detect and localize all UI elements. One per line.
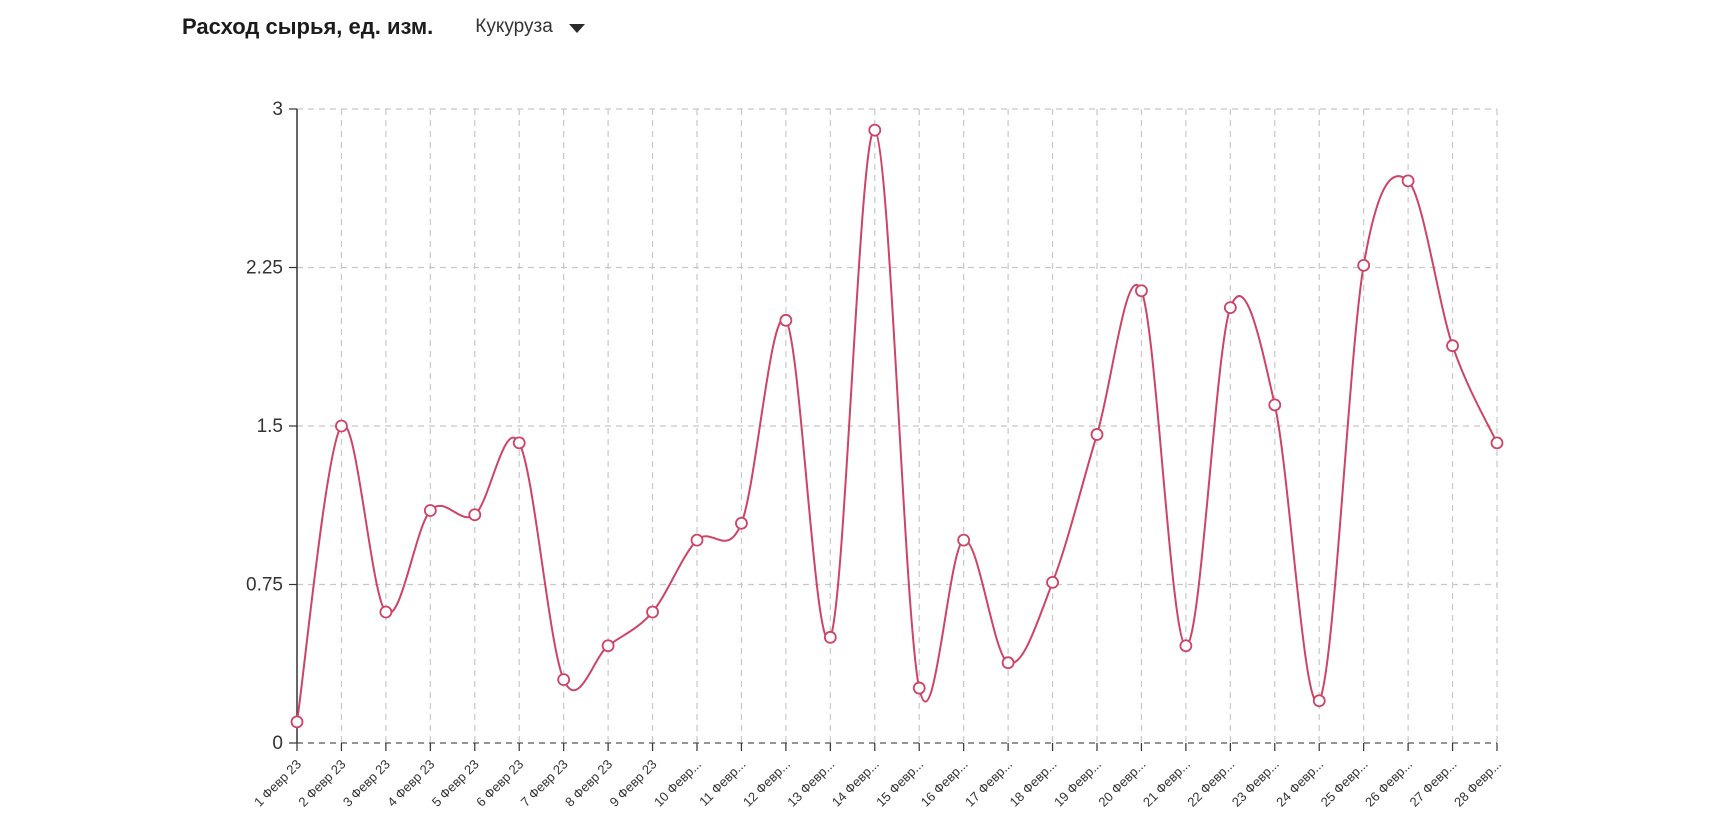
y-tick-label: 1.5	[257, 416, 283, 437]
data-point-15[interactable]	[912, 681, 926, 695]
x-tick-label: 2 Февр 23	[295, 757, 348, 810]
data-point-10[interactable]	[690, 533, 704, 547]
x-tick-label: 12 Февр...	[740, 757, 793, 810]
y-tick-label: 0.75	[246, 575, 283, 596]
x-tick-label: 7 Февр 23	[518, 757, 571, 810]
data-point-16[interactable]	[957, 533, 971, 547]
data-point-12[interactable]	[779, 313, 793, 327]
data-point-19[interactable]	[1090, 428, 1104, 441]
y-tick-label: 2.25	[246, 258, 283, 279]
x-tick-label: 16 Февр...	[918, 757, 971, 810]
axes	[289, 108, 1498, 751]
x-tick-label: 24 Февр...	[1273, 757, 1326, 810]
data-point-6[interactable]	[512, 436, 526, 450]
data-point-18[interactable]	[1046, 575, 1059, 589]
data-point-17[interactable]	[1001, 656, 1015, 670]
x-tick-label: 23 Февр...	[1229, 757, 1282, 810]
grid	[297, 108, 1498, 744]
data-point-7[interactable]	[557, 673, 571, 686]
x-tick-label: 9 Февр 23	[607, 757, 660, 810]
x-tick-label: 14 Февр...	[829, 757, 882, 810]
x-tick-label: 5 Февр 23	[429, 757, 482, 810]
x-tick-label: 22 Февр...	[1184, 757, 1237, 810]
data-point-2[interactable]	[335, 419, 348, 433]
data-point-22[interactable]	[1223, 301, 1237, 315]
data-point-1[interactable]	[290, 715, 304, 729]
data-point-13[interactable]	[823, 630, 837, 644]
data-point-5[interactable]	[468, 508, 482, 522]
chart-page: Расход сырья, ед. изм. Кукуруза 0 0.75 1.5…	[0, 0, 1736, 840]
x-tick-label: 18 Февр...	[1007, 757, 1060, 810]
x-tick-label: 3 Февр 23	[340, 757, 393, 810]
x-tick-label: 8 Февр 23	[562, 757, 615, 810]
x-tick-label: 28 Февр...	[1451, 757, 1504, 810]
x-tick-label: 10 Февр...	[651, 757, 704, 810]
data-point-8[interactable]	[601, 639, 615, 653]
line-chart: 0 0.75 1.5 2.25 3 1 Февр 232 Февр 233 Февр 23…	[246, 99, 1504, 810]
data-point-11[interactable]	[735, 516, 748, 530]
y-tick-label: 0	[272, 733, 283, 754]
data-point-20[interactable]	[1135, 284, 1148, 298]
data-point-24[interactable]	[1312, 694, 1326, 708]
x-tick-label: 15 Февр...	[873, 757, 926, 810]
x-tick-label: 27 Февр...	[1407, 757, 1460, 810]
data-point-21[interactable]	[1179, 639, 1193, 653]
data-point-14[interactable]	[868, 123, 882, 137]
data-point-27[interactable]	[1446, 339, 1459, 353]
x-tick-label: 13 Февр...	[784, 757, 837, 810]
y-tick-label: 3	[272, 99, 283, 120]
data-point-9[interactable]	[646, 605, 659, 619]
x-tick-label: 25 Февр...	[1318, 757, 1371, 810]
x-tick-label: 20 Февр...	[1095, 757, 1148, 810]
x-tick-label: 4 Февр 23	[384, 757, 437, 810]
x-tick-label: 17 Февр...	[962, 757, 1015, 810]
data-point-4[interactable]	[423, 504, 437, 517]
x-tick-label: 1 Февр 23	[251, 757, 304, 810]
data-point-28[interactable]	[1490, 436, 1504, 450]
data-point-25[interactable]	[1357, 258, 1371, 272]
data-point-23[interactable]	[1268, 398, 1282, 412]
data-point-3[interactable]	[379, 605, 393, 619]
x-tick-label: 19 Февр...	[1051, 757, 1104, 810]
x-tick-label: 6 Февр 23	[473, 757, 526, 810]
x-tick-label: 21 Февр...	[1140, 757, 1193, 810]
x-tick-label: 26 Февр...	[1362, 757, 1415, 810]
data-point-26[interactable]	[1401, 174, 1415, 188]
